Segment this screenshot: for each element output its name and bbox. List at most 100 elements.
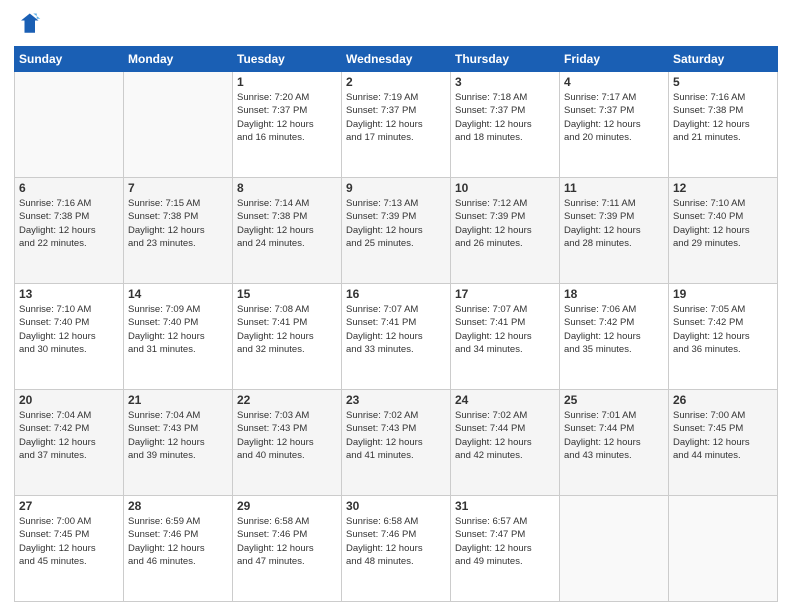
calendar-cell: [669, 496, 778, 602]
day-number: 9: [346, 181, 446, 195]
day-number: 31: [455, 499, 555, 513]
calendar-cell: 23 Sunrise: 7:02 AM Sunset: 7:43 PM Dayli…: [342, 390, 451, 496]
calendar-cell: 27Sunrise: 7:00 AM Sunset: 7:45 PM Dayli…: [15, 496, 124, 602]
day-info: Sunrise: 6:58 AM Sunset: 7:46 PM Dayligh…: [237, 515, 337, 568]
calendar-week-row: 1 Sunrise: 7:20 AM Sunset: 7:37 PM Daylig…: [15, 72, 778, 178]
calendar-cell: 26 Sunrise: 7:00 AM Sunset: 7:45 PM Dayli…: [669, 390, 778, 496]
day-number: 10: [455, 181, 555, 195]
day-number: 5: [673, 75, 773, 89]
day-number: 23: [346, 393, 446, 407]
calendar-cell: 9 Sunrise: 7:13 AM Sunset: 7:39 PM Daylig…: [342, 178, 451, 284]
calendar-cell: 24 Sunrise: 7:02 AM Sunset: 7:44 PM Dayli…: [451, 390, 560, 496]
day-number: 26: [673, 393, 773, 407]
day-number: 15: [237, 287, 337, 301]
calendar-cell: 8 Sunrise: 7:14 AM Sunset: 7:38 PM Daylig…: [233, 178, 342, 284]
weekday-header: Friday: [560, 47, 669, 72]
day-number: 24: [455, 393, 555, 407]
day-info: Sunrise: 6:57 AM Sunset: 7:47 PM Dayligh…: [455, 515, 555, 568]
day-number: 20: [19, 393, 119, 407]
day-number: 3: [455, 75, 555, 89]
day-info: Sunrise: 7:10 AM Sunset: 7:40 PM Dayligh…: [19, 303, 119, 356]
day-number: 8: [237, 181, 337, 195]
weekday-header: Tuesday: [233, 47, 342, 72]
day-info: Sunrise: 7:03 AM Sunset: 7:43 PM Dayligh…: [237, 409, 337, 462]
calendar-cell: 18Sunrise: 7:06 AM Sunset: 7:42 PM Dayli…: [560, 284, 669, 390]
day-info: Sunrise: 6:59 AM Sunset: 7:46 PM Dayligh…: [128, 515, 228, 568]
day-info: Sunrise: 7:07 AM Sunset: 7:41 PM Dayligh…: [455, 303, 555, 356]
calendar-week-row: 20 Sunrise: 7:04 AM Sunset: 7:42 PM Dayli…: [15, 390, 778, 496]
day-number: 1: [237, 75, 337, 89]
calendar-cell: [560, 496, 669, 602]
day-info: Sunrise: 7:15 AM Sunset: 7:38 PM Dayligh…: [128, 197, 228, 250]
calendar-cell: 22Sunrise: 7:03 AM Sunset: 7:43 PM Dayli…: [233, 390, 342, 496]
calendar-cell: 3 Sunrise: 7:18 AM Sunset: 7:37 PM Daylig…: [451, 72, 560, 178]
day-info: Sunrise: 7:12 AM Sunset: 7:39 PM Dayligh…: [455, 197, 555, 250]
day-number: 19: [673, 287, 773, 301]
day-info: Sunrise: 7:16 AM Sunset: 7:38 PM Dayligh…: [19, 197, 119, 250]
day-info: Sunrise: 7:02 AM Sunset: 7:44 PM Dayligh…: [455, 409, 555, 462]
day-number: 2: [346, 75, 446, 89]
calendar-cell: 21Sunrise: 7:04 AM Sunset: 7:43 PM Dayli…: [124, 390, 233, 496]
day-info: Sunrise: 7:04 AM Sunset: 7:42 PM Dayligh…: [19, 409, 119, 462]
day-number: 29: [237, 499, 337, 513]
calendar-cell: 12 Sunrise: 7:10 AM Sunset: 7:40 PM Dayli…: [669, 178, 778, 284]
day-info: Sunrise: 7:08 AM Sunset: 7:41 PM Dayligh…: [237, 303, 337, 356]
day-info: Sunrise: 7:02 AM Sunset: 7:43 PM Dayligh…: [346, 409, 446, 462]
day-number: 7: [128, 181, 228, 195]
day-info: Sunrise: 7:10 AM Sunset: 7:40 PM Dayligh…: [673, 197, 773, 250]
day-number: 30: [346, 499, 446, 513]
weekday-header: Sunday: [15, 47, 124, 72]
day-info: Sunrise: 7:14 AM Sunset: 7:38 PM Dayligh…: [237, 197, 337, 250]
day-info: Sunrise: 7:20 AM Sunset: 7:37 PM Dayligh…: [237, 91, 337, 144]
calendar-week-row: 27Sunrise: 7:00 AM Sunset: 7:45 PM Dayli…: [15, 496, 778, 602]
day-number: 11: [564, 181, 664, 195]
weekday-header: Saturday: [669, 47, 778, 72]
calendar-cell: 31 Sunrise: 6:57 AM Sunset: 7:47 PM Dayli…: [451, 496, 560, 602]
header: [14, 10, 778, 38]
calendar-cell: 19 Sunrise: 7:05 AM Sunset: 7:42 PM Dayli…: [669, 284, 778, 390]
day-info: Sunrise: 7:04 AM Sunset: 7:43 PM Dayligh…: [128, 409, 228, 462]
day-number: 12: [673, 181, 773, 195]
calendar-cell: 30 Sunrise: 6:58 AM Sunset: 7:46 PM Dayli…: [342, 496, 451, 602]
calendar-cell: 29 Sunrise: 6:58 AM Sunset: 7:46 PM Dayli…: [233, 496, 342, 602]
day-info: Sunrise: 7:13 AM Sunset: 7:39 PM Dayligh…: [346, 197, 446, 250]
calendar-cell: 15 Sunrise: 7:08 AM Sunset: 7:41 PM Dayli…: [233, 284, 342, 390]
day-info: Sunrise: 7:16 AM Sunset: 7:38 PM Dayligh…: [673, 91, 773, 144]
day-number: 4: [564, 75, 664, 89]
day-number: 28: [128, 499, 228, 513]
day-number: 6: [19, 181, 119, 195]
calendar-cell: 4Sunrise: 7:17 AM Sunset: 7:37 PM Daylig…: [560, 72, 669, 178]
day-info: Sunrise: 7:18 AM Sunset: 7:37 PM Dayligh…: [455, 91, 555, 144]
weekday-header-row: SundayMondayTuesdayWednesdayThursdayFrid…: [15, 47, 778, 72]
day-info: Sunrise: 7:01 AM Sunset: 7:44 PM Dayligh…: [564, 409, 664, 462]
calendar-cell: [15, 72, 124, 178]
calendar-cell: 17 Sunrise: 7:07 AM Sunset: 7:41 PM Dayli…: [451, 284, 560, 390]
day-info: Sunrise: 7:06 AM Sunset: 7:42 PM Dayligh…: [564, 303, 664, 356]
calendar-cell: 7 Sunrise: 7:15 AM Sunset: 7:38 PM Daylig…: [124, 178, 233, 284]
day-number: 13: [19, 287, 119, 301]
day-info: Sunrise: 7:00 AM Sunset: 7:45 PM Dayligh…: [673, 409, 773, 462]
calendar-cell: 10 Sunrise: 7:12 AM Sunset: 7:39 PM Dayli…: [451, 178, 560, 284]
day-info: Sunrise: 7:09 AM Sunset: 7:40 PM Dayligh…: [128, 303, 228, 356]
day-number: 17: [455, 287, 555, 301]
calendar-cell: 20 Sunrise: 7:04 AM Sunset: 7:42 PM Dayli…: [15, 390, 124, 496]
day-info: Sunrise: 7:05 AM Sunset: 7:42 PM Dayligh…: [673, 303, 773, 356]
calendar-table: SundayMondayTuesdayWednesdayThursdayFrid…: [14, 46, 778, 602]
calendar-week-row: 13 Sunrise: 7:10 AM Sunset: 7:40 PM Dayli…: [15, 284, 778, 390]
day-info: Sunrise: 6:58 AM Sunset: 7:46 PM Dayligh…: [346, 515, 446, 568]
calendar-cell: 11 Sunrise: 7:11 AM Sunset: 7:39 PM Dayli…: [560, 178, 669, 284]
calendar-cell: 16Sunrise: 7:07 AM Sunset: 7:41 PM Dayli…: [342, 284, 451, 390]
day-number: 16: [346, 287, 446, 301]
day-number: 27: [19, 499, 119, 513]
calendar-cell: 6 Sunrise: 7:16 AM Sunset: 7:38 PM Daylig…: [15, 178, 124, 284]
calendar-cell: 25Sunrise: 7:01 AM Sunset: 7:44 PM Dayli…: [560, 390, 669, 496]
calendar-cell: 2 Sunrise: 7:19 AM Sunset: 7:37 PM Daylig…: [342, 72, 451, 178]
day-info: Sunrise: 7:19 AM Sunset: 7:37 PM Dayligh…: [346, 91, 446, 144]
calendar-cell: 13 Sunrise: 7:10 AM Sunset: 7:40 PM Dayli…: [15, 284, 124, 390]
day-number: 14: [128, 287, 228, 301]
day-info: Sunrise: 7:11 AM Sunset: 7:39 PM Dayligh…: [564, 197, 664, 250]
weekday-header: Thursday: [451, 47, 560, 72]
weekday-header: Monday: [124, 47, 233, 72]
logo: [14, 10, 46, 38]
weekday-header: Wednesday: [342, 47, 451, 72]
